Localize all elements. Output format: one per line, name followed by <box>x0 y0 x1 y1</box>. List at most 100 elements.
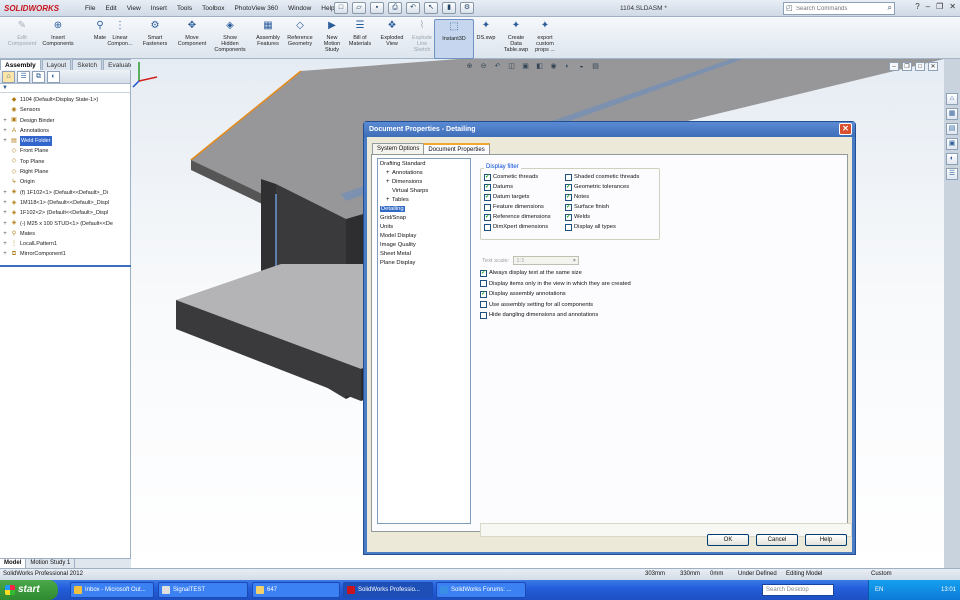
menu-tools[interactable]: Tools <box>172 0 197 17</box>
checkbox-hide-dangling-dimensions-and-annotations[interactable]: Hide dangling dimensions and annotations <box>480 311 598 319</box>
language-indicator[interactable]: EN <box>875 587 883 593</box>
checkbox-always-display-text-at-the-same-size[interactable]: ✓ Always display text at the same size <box>480 269 582 277</box>
doc-minimize-icon[interactable]: – <box>889 62 899 71</box>
start-button[interactable]: start <box>0 580 58 600</box>
show-hidden-components-button[interactable]: ◈ Show Hidden Components <box>210 19 250 59</box>
hide-show-icon[interactable]: ◉ <box>548 62 559 72</box>
tab-motion-study-1[interactable]: Motion Study 1 <box>26 559 76 568</box>
status-custom[interactable]: Custom <box>871 569 892 580</box>
feature-tree-item[interactable]: + ◈ 1F102<2> (Default<<Default>_Displ <box>2 208 130 218</box>
feature-tree-item[interactable]: + ◈ 1M118<1> (Default<<Default>_Displ <box>2 198 130 208</box>
checkbox-display-all-types[interactable]: Display all types <box>565 223 616 231</box>
checkbox-cosmetic-threads[interactable]: ✓ Cosmetic threads <box>484 173 538 181</box>
checkbox-datums[interactable]: ✓ Datums <box>484 183 513 191</box>
checkbox-geometric-tolerances[interactable]: ✓ Geometric tolerances <box>565 183 629 191</box>
doc-close-icon[interactable]: ✕ <box>928 62 938 71</box>
expand-icon[interactable]: + <box>2 219 8 229</box>
menu-file[interactable]: File <box>80 0 100 17</box>
search-commands-box[interactable]: ◰ ⌕ <box>783 2 895 15</box>
options-tree-item-detailing[interactable]: Detailing <box>380 205 468 214</box>
rebuild-icon[interactable]: ▮ <box>442 2 456 14</box>
custom-properties-icon[interactable]: ☰ <box>946 168 958 180</box>
options-tree-item-virtual-sharps[interactable]: Virtual Sharps <box>380 187 468 196</box>
options-tree-item-plane-display[interactable]: Plane Display <box>380 259 468 268</box>
ok-button[interactable]: OK <box>707 534 749 546</box>
linear-compon-button[interactable]: ⋮ Linear Compon... <box>100 19 140 59</box>
property-manager-tab-icon[interactable]: ☰ <box>17 71 30 83</box>
panel-splitter[interactable] <box>0 265 131 267</box>
expand-icon[interactable]: + <box>2 249 8 259</box>
minimize-icon[interactable]: – <box>926 2 930 11</box>
display-manager-tab-icon[interactable]: ◐ <box>47 71 60 83</box>
configuration-manager-tab-icon[interactable]: ⧉ <box>32 71 45 83</box>
options-tree-item-units[interactable]: Units <box>380 223 468 232</box>
expand-icon[interactable]: + <box>2 188 8 198</box>
undo-icon[interactable]: ↶ <box>406 2 420 14</box>
feature-tree-item[interactable]: ◇ Right Plane <box>2 167 130 177</box>
feature-tree-item[interactable]: + ⋮ LocalLPattern1 <box>2 239 130 249</box>
view-palette-icon[interactable]: ▣ <box>946 138 958 150</box>
taskbar-item-solidworks-professio[interactable]: SolidWorks Professio... <box>343 582 433 598</box>
checkbox-display-assembly-annotations[interactable]: ✓ Display assembly annotations <box>480 290 566 298</box>
tab-sketch[interactable]: Sketch <box>72 59 103 70</box>
checkbox-feature-dimensions[interactable]: Feature dimensions <box>484 203 544 211</box>
zoom-to-fit-icon[interactable]: ⊕ <box>464 62 475 72</box>
tab-model[interactable]: Model <box>0 559 27 568</box>
taskbar-item-solidworks-forums[interactable]: SolidWorks Forums: ... <box>436 582 526 598</box>
feature-tree-item[interactable]: + ◈ (-) M25 x 100 STUD<1> (Default<<De <box>2 219 130 229</box>
options-tree-item-dimensions[interactable]: + Dimensions <box>380 178 468 187</box>
expand-icon[interactable]: + <box>2 116 8 126</box>
section-view-icon[interactable]: ◫ <box>506 62 517 72</box>
search-desktop-box[interactable]: Search Desktop <box>762 584 834 596</box>
open-document-icon[interactable]: ▱ <box>352 2 366 14</box>
help-icon[interactable]: ? <box>915 2 919 11</box>
options-tree-item-annotations[interactable]: + Annotations <box>380 169 468 178</box>
zoom-area-icon[interactable]: ⊖ <box>478 62 489 72</box>
checkbox-shaded-cosmetic-threads[interactable]: Shaded cosmetic threads <box>565 173 639 181</box>
feature-tree-item[interactable]: + ◈ (f) 1F102<1> (Default<<Default>_Di <box>2 188 130 198</box>
feature-tree-tab-icon[interactable]: ⌂ <box>2 71 15 83</box>
menu-photoview-360[interactable]: PhotoView 360 <box>230 0 284 17</box>
file-explorer-icon[interactable]: ▤ <box>946 123 958 135</box>
search-icon[interactable]: ⌕ <box>888 3 892 13</box>
dialog-close-button[interactable]: ✕ <box>839 123 852 135</box>
view-orientation-icon[interactable]: ▣ <box>520 62 531 72</box>
move-component-button[interactable]: ✥ Move Component <box>172 19 212 59</box>
doc-maximize-icon[interactable]: □ <box>915 62 925 71</box>
checkbox-datum-targets[interactable]: ✓ Datum targets <box>484 193 529 201</box>
feature-tree-item[interactable]: ◆ 1104 (Default<Display State-1>) <box>2 95 130 105</box>
edit-component-button[interactable]: ✎ Edit Component <box>2 19 42 59</box>
feature-filter-icon[interactable]: ▼ <box>0 84 130 93</box>
checkbox-display-items-only-in-the-view-in-which-they-are-created[interactable]: Display items only in the view in which … <box>480 280 631 288</box>
save-icon[interactable]: ▪ <box>370 2 384 14</box>
options-tree-item-sheet-metal[interactable]: Sheet Metal <box>380 250 468 259</box>
menu-window[interactable]: Window <box>283 0 316 17</box>
select-icon[interactable]: ↖ <box>424 2 438 14</box>
close-icon[interactable]: ✕ <box>949 2 956 11</box>
options-tree-item-model-display[interactable]: Model Display <box>380 232 468 241</box>
print-icon[interactable]: ⎙ <box>388 2 402 14</box>
doc-restore-icon[interactable]: ❐ <box>902 62 912 71</box>
search-commands-input[interactable] <box>784 3 876 14</box>
edit-appearance-icon[interactable]: ◐ <box>562 62 573 72</box>
checkbox-welds[interactable]: ✓ Welds <box>565 213 590 221</box>
feature-tree-item[interactable]: + ⚲ Mates <box>2 229 130 239</box>
feature-tree-item[interactable]: + A Annotations <box>2 126 130 136</box>
appearances-icon[interactable]: ◐ <box>946 153 958 165</box>
feature-tree-item[interactable]: ◇ Front Plane <box>2 146 130 156</box>
taskbar-item-inbox-microsoft-out[interactable]: Inbox - Microsoft Out... <box>70 582 154 598</box>
feature-tree-item[interactable]: ◉ Sensors <box>2 105 130 115</box>
checkbox-surface-finish[interactable]: ✓ Surface finish <box>565 203 609 211</box>
checkbox-dimxpert-dimensions[interactable]: DimXpert dimensions <box>484 223 548 231</box>
expand-icon[interactable]: + <box>2 229 8 239</box>
expand-icon[interactable]: + <box>2 126 8 136</box>
cancel-button[interactable]: Cancel <box>756 534 798 546</box>
resources-icon[interactable]: ⌂ <box>946 93 958 105</box>
export-custom-props-button[interactable]: ✦ export custom props ... <box>525 19 565 59</box>
menu-insert[interactable]: Insert <box>146 0 172 17</box>
display-style-icon[interactable]: ◧ <box>534 62 545 72</box>
restore-icon[interactable]: ❐ <box>936 2 943 11</box>
feature-tree-item[interactable]: + ▣ Design Binder <box>2 116 130 126</box>
feature-tree-item[interactable]: ◇ Top Plane <box>2 157 130 167</box>
expand-icon[interactable]: + <box>2 208 8 218</box>
